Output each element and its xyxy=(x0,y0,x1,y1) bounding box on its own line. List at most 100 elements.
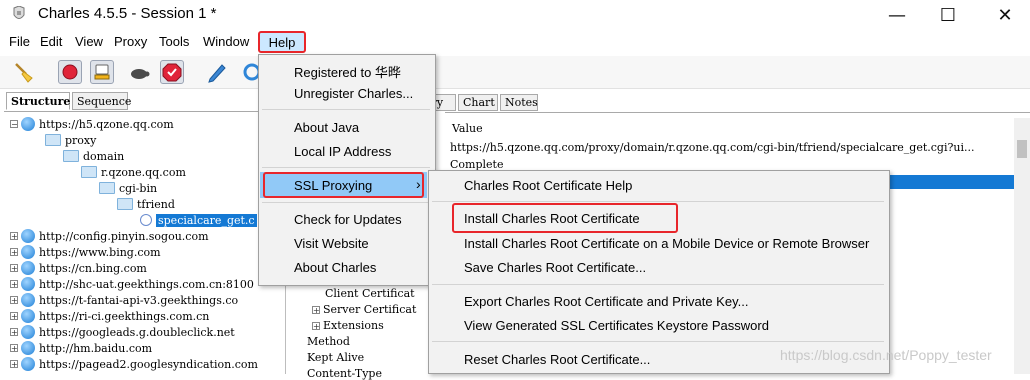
expand-icon[interactable]: + xyxy=(10,328,18,337)
expand-icon[interactable]: + xyxy=(10,232,18,241)
breakpoint-icon xyxy=(162,63,182,82)
menu-file[interactable]: File xyxy=(9,34,30,49)
expand-icon[interactable]: + xyxy=(10,264,18,273)
folder-icon xyxy=(117,198,133,210)
submenu-item-install-mobile[interactable]: Install Charles Root Certificate on a Mo… xyxy=(464,236,869,251)
menu-item-about-charles[interactable]: About Charles xyxy=(294,260,376,275)
menu-item-unregister[interactable]: Unregister Charles... xyxy=(294,86,413,101)
close-button[interactable]: ✕ xyxy=(982,0,1028,30)
tree-node-label: proxy xyxy=(65,133,97,147)
breakpoint-button[interactable] xyxy=(160,60,184,84)
detail-item-label: Extensions xyxy=(323,319,384,332)
menu-item-local-ip[interactable]: Local IP Address xyxy=(294,144,391,159)
tree-node-label: tfriend xyxy=(137,197,175,211)
tree-node-host[interactable]: + http://shc-uat.geekthings.com.cn:8100 xyxy=(10,276,254,292)
menu-view[interactable]: View xyxy=(75,34,103,49)
globe-icon xyxy=(21,341,35,355)
menu-item-check-updates[interactable]: Check for Updates xyxy=(294,212,402,227)
menu-help[interactable]: Help xyxy=(258,31,306,53)
detail-item[interactable]: + Extensions xyxy=(312,319,384,332)
menu-item-registered[interactable]: Registered to 华晔 xyxy=(294,62,401,81)
globe-icon xyxy=(21,229,35,243)
minimize-button[interactable]: — xyxy=(874,0,920,30)
charles-app-icon xyxy=(12,5,26,22)
broom-icon xyxy=(15,63,33,83)
value-url[interactable]: https://h5.qzone.qq.com/proxy/domain/r.q… xyxy=(450,141,974,154)
column-header-value[interactable]: Value xyxy=(452,122,483,135)
expand-icon[interactable]: + xyxy=(10,280,18,289)
tree-node-folder[interactable]: domain xyxy=(63,148,124,164)
tree-node-host[interactable]: − https://h5.qzone.qq.com xyxy=(10,116,174,132)
expand-icon[interactable]: + xyxy=(10,296,18,305)
tab-sequence[interactable]: Sequence xyxy=(72,92,131,110)
tree-node-folder[interactable]: proxy xyxy=(45,132,96,148)
turtle-button[interactable] xyxy=(127,60,151,84)
detail-item[interactable]: + Server Certificat xyxy=(312,303,416,316)
tree-node-folder[interactable]: tfriend xyxy=(117,196,175,212)
tree-node-label: cgi-bin xyxy=(119,181,158,195)
tree-node-file-selected[interactable]: specialcare_get.c xyxy=(140,212,257,228)
throttle-icon xyxy=(94,64,110,80)
throttle-button[interactable] xyxy=(90,60,114,84)
tree-node-folder[interactable]: r.qzone.qq.com xyxy=(81,164,186,180)
tree-node-label: https://cn.bing.com xyxy=(39,261,147,275)
scrollbar-thumb[interactable] xyxy=(1017,140,1027,158)
expand-icon[interactable]: + xyxy=(312,322,320,331)
tree-node-label: https://pagead2.googlesyndication.com xyxy=(39,357,258,371)
maximize-button[interactable]: ☐ xyxy=(925,0,971,30)
menu-tools[interactable]: Tools xyxy=(159,34,189,49)
globe-icon xyxy=(21,277,35,291)
submenu-item-reset-root-cert[interactable]: Reset Charles Root Certificate... xyxy=(464,352,650,367)
collapse-icon[interactable]: − xyxy=(10,120,18,129)
menu-help-label: Help xyxy=(268,34,296,50)
tree-node-host[interactable]: + https://cn.bing.com xyxy=(10,260,147,276)
menu-proxy[interactable]: Proxy xyxy=(114,34,147,49)
tab-notes[interactable]: Notes xyxy=(500,94,538,111)
record-button[interactable] xyxy=(58,60,82,84)
tree-node-host[interactable]: + http://hm.baidu.com xyxy=(10,340,152,356)
expand-icon[interactable]: + xyxy=(10,248,18,257)
tree-node-host[interactable]: + https://ri-ci.geekthings.com.cn xyxy=(10,308,209,324)
tree-node-label: https://h5.qzone.qq.com xyxy=(39,117,174,131)
tree-node-folder[interactable]: cgi-bin xyxy=(99,180,157,196)
expand-icon[interactable]: + xyxy=(10,344,18,353)
menu-item-ssl-proxying[interactable]: SSL Proxying xyxy=(294,178,372,193)
menu-window[interactable]: Window xyxy=(203,34,249,49)
compose-button[interactable] xyxy=(205,60,229,84)
menu-item-about-java[interactable]: About Java xyxy=(294,120,359,135)
detail-item[interactable]: Kept Alive xyxy=(307,351,364,364)
tree-node-label: https://www.bing.com xyxy=(39,245,161,259)
tab-chart[interactable]: Chart xyxy=(458,94,498,111)
menu-item-visit-website[interactable]: Visit Website xyxy=(294,236,369,251)
detail-item[interactable]: Method xyxy=(307,335,350,348)
broom-button[interactable] xyxy=(12,60,36,84)
tab-structure[interactable]: Structure xyxy=(6,92,70,110)
submenu-item-root-cert-help[interactable]: Charles Root Certificate Help xyxy=(464,178,632,193)
submenu-item-save-root-cert[interactable]: Save Charles Root Certificate... xyxy=(464,260,646,275)
window-title: Charles 4.5.5 - Session 1 * xyxy=(38,5,217,22)
expand-icon[interactable]: + xyxy=(10,360,18,369)
file-icon xyxy=(140,214,152,226)
folder-icon xyxy=(81,166,97,178)
menu-separator xyxy=(432,201,884,202)
menu-edit[interactable]: Edit xyxy=(40,34,62,49)
tree-node-host[interactable]: + https://t-fantai-api-v3.geekthings.co xyxy=(10,292,238,308)
tree-node-host[interactable]: + https://googleads.g.doubleclick.net xyxy=(10,324,235,340)
detail-item[interactable]: Client Certificat xyxy=(325,287,415,300)
submenu-item-install-root-cert[interactable]: Install Charles Root Certificate xyxy=(464,211,640,226)
submenu-item-view-keystore-password[interactable]: View Generated SSL Certificates Keystore… xyxy=(464,318,769,333)
expand-icon[interactable]: + xyxy=(312,306,320,315)
maximize-icon: ☐ xyxy=(939,4,957,26)
tree-node-host[interactable]: + http://config.pinyin.sogou.com xyxy=(10,228,209,244)
watermark-text: https://blog.csdn.net/Poppy_tester xyxy=(780,347,992,363)
menu-separator xyxy=(432,284,884,285)
expand-icon[interactable]: + xyxy=(10,312,18,321)
compose-pen-icon xyxy=(208,64,226,83)
globe-icon xyxy=(21,325,35,339)
menu-separator xyxy=(262,167,430,168)
menu-separator xyxy=(432,341,884,342)
tree-node-host[interactable]: + https://pagead2.googlesyndication.com xyxy=(10,356,258,372)
tree-node-label: domain xyxy=(83,149,125,163)
submenu-item-export-cert-key[interactable]: Export Charles Root Certificate and Priv… xyxy=(464,294,748,309)
tree-node-host[interactable]: + https://www.bing.com xyxy=(10,244,161,260)
